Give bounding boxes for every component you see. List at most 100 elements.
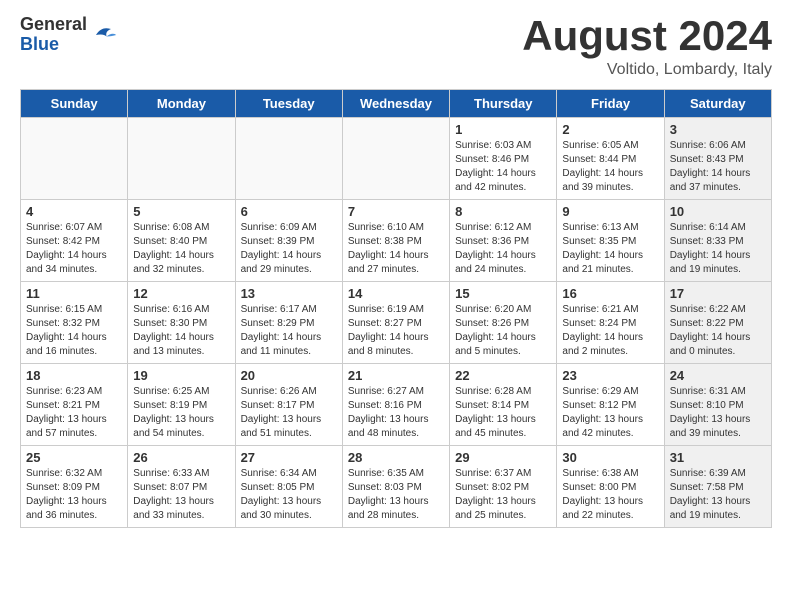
calendar-cell: 11Sunrise: 6:15 AM Sunset: 8:32 PM Dayli… <box>21 282 128 364</box>
calendar-week-row: 18 Sunrise: 6:23 AM Sunset: 8:21 PM Dayli… <box>21 364 772 446</box>
day-info: Sunrise: 6:25 AM Sunset: 8:19 PM Dayligh… <box>133 385 229 441</box>
day-info: Sunrise: 6:26 AM Sunset: 8:17 PM Dayligh… <box>241 385 337 441</box>
calendar-cell: 29Sunrise: 6:37 AM Sunset: 8:02 PM Dayli… <box>450 446 557 528</box>
calendar-cell: 13Sunrise: 6:17 AM Sunset: 8:29 PM Dayli… <box>235 282 342 364</box>
day-info: Sunrise: 6:27 AM Sunset: 8:16 PM Dayligh… <box>348 385 444 441</box>
day-number: 24 <box>670 368 766 383</box>
logo-text: General Blue <box>20 15 87 55</box>
day-info: Sunrise: 6:10 AM Sunset: 8:38 PM Dayligh… <box>348 221 444 277</box>
day-number: 26 <box>133 450 229 465</box>
calendar-week-row: 11Sunrise: 6:15 AM Sunset: 8:32 PM Dayli… <box>21 282 772 364</box>
calendar-cell: 17 Sunrise: 6:22 AM Sunset: 8:22 PM Dayli… <box>664 282 771 364</box>
calendar-cell: 10 Sunrise: 6:14 AM Sunset: 8:33 PM Dayli… <box>664 200 771 282</box>
day-info: Sunrise: 6:14 AM Sunset: 8:33 PM Dayligh… <box>670 221 766 277</box>
day-number: 1 <box>455 122 551 137</box>
page-container: General Blue August 2024 Voltido, Lombar… <box>0 0 792 538</box>
calendar-cell: 26 Sunrise: 6:33 AM Sunset: 8:07 PM Dayli… <box>128 446 235 528</box>
day-number: 13 <box>241 286 337 301</box>
day-number: 15 <box>455 286 551 301</box>
title-section: August 2024 Voltido, Lombardy, Italy <box>522 15 772 79</box>
weekday-header: Monday <box>128 90 235 118</box>
weekday-header: Saturday <box>664 90 771 118</box>
day-number: 2 <box>562 122 658 137</box>
day-info: Sunrise: 6:05 AM Sunset: 8:44 PM Dayligh… <box>562 139 658 195</box>
logo-general: General <box>20 15 87 35</box>
calendar-cell <box>21 118 128 200</box>
day-number: 28 <box>348 450 444 465</box>
calendar-body: 1 Sunrise: 6:03 AM Sunset: 8:46 PM Daylig… <box>21 118 772 528</box>
location: Voltido, Lombardy, Italy <box>522 61 772 79</box>
day-info: Sunrise: 6:28 AM Sunset: 8:14 PM Dayligh… <box>455 385 551 441</box>
day-info: Sunrise: 6:39 AM Sunset: 7:58 PM Dayligh… <box>670 467 766 523</box>
logo: General Blue <box>20 15 120 55</box>
calendar-cell: 27 Sunrise: 6:34 AM Sunset: 8:05 PM Dayli… <box>235 446 342 528</box>
day-info: Sunrise: 6:13 AM Sunset: 8:35 PM Dayligh… <box>562 221 658 277</box>
calendar-cell: 22 Sunrise: 6:28 AM Sunset: 8:14 PM Dayli… <box>450 364 557 446</box>
day-number: 18 <box>26 368 122 383</box>
day-number: 31 <box>670 450 766 465</box>
day-number: 17 <box>670 286 766 301</box>
day-number: 5 <box>133 204 229 219</box>
calendar-cell: 18 Sunrise: 6:23 AM Sunset: 8:21 PM Dayli… <box>21 364 128 446</box>
day-number: 8 <box>455 204 551 219</box>
day-number: 23 <box>562 368 658 383</box>
calendar-week-row: 4Sunrise: 6:07 AM Sunset: 8:42 PM Daylig… <box>21 200 772 282</box>
weekday-header: Tuesday <box>235 90 342 118</box>
day-number: 25 <box>26 450 122 465</box>
calendar-cell: 24Sunrise: 6:31 AM Sunset: 8:10 PM Dayli… <box>664 364 771 446</box>
weekday-header: Sunday <box>21 90 128 118</box>
day-number: 10 <box>670 204 766 219</box>
day-number: 29 <box>455 450 551 465</box>
calendar-cell: 2 Sunrise: 6:05 AM Sunset: 8:44 PM Daylig… <box>557 118 664 200</box>
day-info: Sunrise: 6:34 AM Sunset: 8:05 PM Dayligh… <box>241 467 337 523</box>
day-number: 27 <box>241 450 337 465</box>
calendar-cell: 31 Sunrise: 6:39 AM Sunset: 7:58 PM Dayli… <box>664 446 771 528</box>
logo-bird-icon <box>90 20 120 50</box>
calendar-wrapper: SundayMondayTuesdayWednesdayThursdayFrid… <box>0 89 792 538</box>
logo-blue: Blue <box>20 35 87 55</box>
day-info: Sunrise: 6:29 AM Sunset: 8:12 PM Dayligh… <box>562 385 658 441</box>
weekday-header: Friday <box>557 90 664 118</box>
day-number: 14 <box>348 286 444 301</box>
day-info: Sunrise: 6:20 AM Sunset: 8:26 PM Dayligh… <box>455 303 551 359</box>
day-number: 9 <box>562 204 658 219</box>
day-info: Sunrise: 6:15 AM Sunset: 8:32 PM Dayligh… <box>26 303 122 359</box>
calendar-cell: 9 Sunrise: 6:13 AM Sunset: 8:35 PM Daylig… <box>557 200 664 282</box>
calendar-cell: 28 Sunrise: 6:35 AM Sunset: 8:03 PM Dayli… <box>342 446 449 528</box>
calendar-cell: 4Sunrise: 6:07 AM Sunset: 8:42 PM Daylig… <box>21 200 128 282</box>
calendar-cell: 25Sunrise: 6:32 AM Sunset: 8:09 PM Dayli… <box>21 446 128 528</box>
day-info: Sunrise: 6:16 AM Sunset: 8:30 PM Dayligh… <box>133 303 229 359</box>
day-info: Sunrise: 6:09 AM Sunset: 8:39 PM Dayligh… <box>241 221 337 277</box>
calendar-cell: 19 Sunrise: 6:25 AM Sunset: 8:19 PM Dayli… <box>128 364 235 446</box>
day-info: Sunrise: 6:12 AM Sunset: 8:36 PM Dayligh… <box>455 221 551 277</box>
weekday-header: Thursday <box>450 90 557 118</box>
day-info: Sunrise: 6:23 AM Sunset: 8:21 PM Dayligh… <box>26 385 122 441</box>
calendar-header: SundayMondayTuesdayWednesdayThursdayFrid… <box>21 90 772 118</box>
header: General Blue August 2024 Voltido, Lombar… <box>0 0 792 89</box>
calendar-cell: 20Sunrise: 6:26 AM Sunset: 8:17 PM Dayli… <box>235 364 342 446</box>
weekday-row: SundayMondayTuesdayWednesdayThursdayFrid… <box>21 90 772 118</box>
calendar-cell: 30Sunrise: 6:38 AM Sunset: 8:00 PM Dayli… <box>557 446 664 528</box>
day-info: Sunrise: 6:19 AM Sunset: 8:27 PM Dayligh… <box>348 303 444 359</box>
calendar-cell: 23 Sunrise: 6:29 AM Sunset: 8:12 PM Dayli… <box>557 364 664 446</box>
day-number: 19 <box>133 368 229 383</box>
calendar-cell: 16Sunrise: 6:21 AM Sunset: 8:24 PM Dayli… <box>557 282 664 364</box>
calendar-cell: 7Sunrise: 6:10 AM Sunset: 8:38 PM Daylig… <box>342 200 449 282</box>
day-info: Sunrise: 6:03 AM Sunset: 8:46 PM Dayligh… <box>455 139 551 195</box>
calendar-table: SundayMondayTuesdayWednesdayThursdayFrid… <box>20 89 772 528</box>
day-info: Sunrise: 6:22 AM Sunset: 8:22 PM Dayligh… <box>670 303 766 359</box>
day-info: Sunrise: 6:38 AM Sunset: 8:00 PM Dayligh… <box>562 467 658 523</box>
day-number: 3 <box>670 122 766 137</box>
day-number: 12 <box>133 286 229 301</box>
day-number: 22 <box>455 368 551 383</box>
day-number: 4 <box>26 204 122 219</box>
day-info: Sunrise: 6:33 AM Sunset: 8:07 PM Dayligh… <box>133 467 229 523</box>
calendar-cell: 12 Sunrise: 6:16 AM Sunset: 8:30 PM Dayli… <box>128 282 235 364</box>
calendar-cell: 15 Sunrise: 6:20 AM Sunset: 8:26 PM Dayli… <box>450 282 557 364</box>
day-info: Sunrise: 6:35 AM Sunset: 8:03 PM Dayligh… <box>348 467 444 523</box>
calendar-cell: 1 Sunrise: 6:03 AM Sunset: 8:46 PM Daylig… <box>450 118 557 200</box>
day-number: 6 <box>241 204 337 219</box>
calendar-cell: 21Sunrise: 6:27 AM Sunset: 8:16 PM Dayli… <box>342 364 449 446</box>
day-info: Sunrise: 6:21 AM Sunset: 8:24 PM Dayligh… <box>562 303 658 359</box>
day-info: Sunrise: 6:08 AM Sunset: 8:40 PM Dayligh… <box>133 221 229 277</box>
